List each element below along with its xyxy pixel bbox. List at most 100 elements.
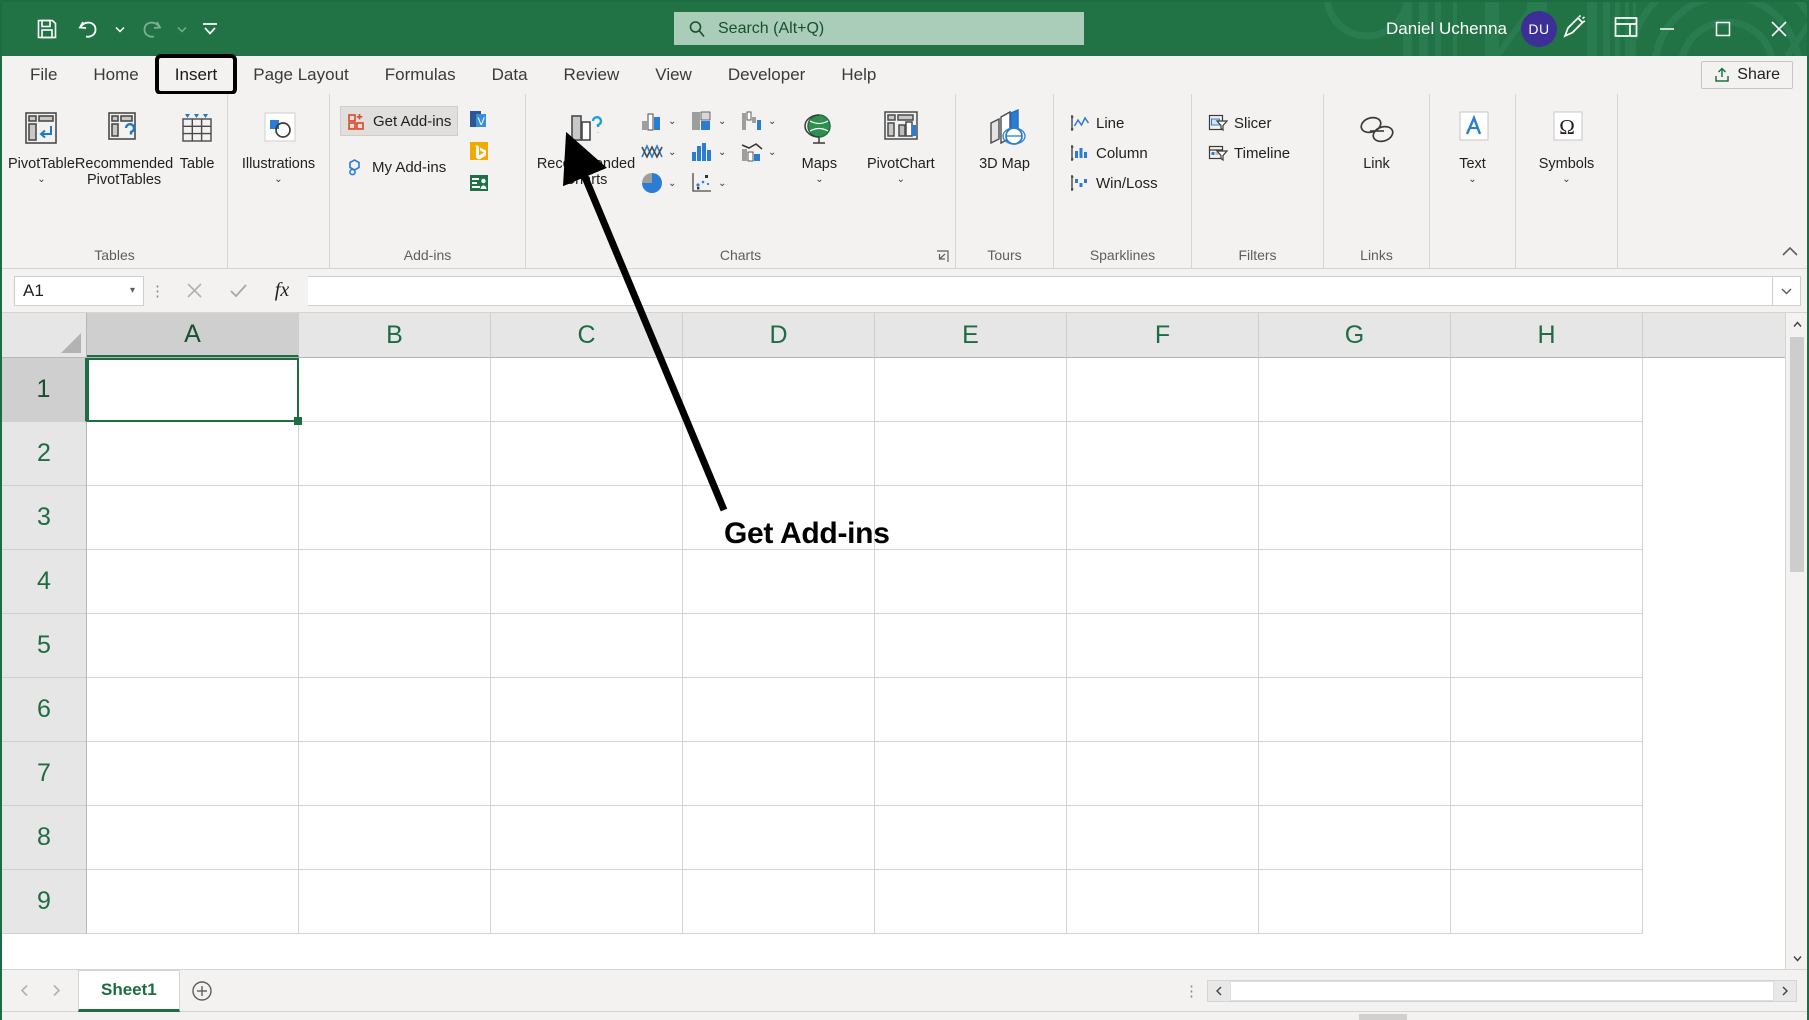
- grid-cell-F5[interactable]: [1067, 614, 1259, 678]
- grid-cell-C6[interactable]: [491, 678, 683, 742]
- tab-insert[interactable]: Insert: [157, 56, 236, 93]
- grid-cell-B9[interactable]: [299, 870, 491, 934]
- grid-cell-A2[interactable]: [87, 422, 299, 486]
- ribbon-display-options-button[interactable]: [1613, 15, 1639, 44]
- sheet-options-button[interactable]: ⋮: [1184, 982, 1199, 1000]
- chevron-down-icon[interactable]: ▾: [130, 285, 135, 296]
- row-header-6[interactable]: 6: [2, 678, 87, 742]
- grid-cell-H2[interactable]: [1451, 422, 1643, 486]
- scatter-bubble-chart-button[interactable]: ⌄: [690, 168, 736, 198]
- tab-review[interactable]: Review: [546, 56, 638, 93]
- timeline-button[interactable]: Timeline: [1202, 138, 1296, 168]
- row-header-7[interactable]: 7: [2, 742, 87, 806]
- grid-cell-E2[interactable]: [875, 422, 1067, 486]
- waterfall-chart-button[interactable]: ⌄: [740, 106, 786, 136]
- grid-cell-D5[interactable]: [683, 614, 875, 678]
- grid-cell-C5[interactable]: [491, 614, 683, 678]
- grid-cell-E5[interactable]: [875, 614, 1067, 678]
- grid-cell-D4[interactable]: [683, 550, 875, 614]
- people-graph-button[interactable]: [468, 172, 490, 199]
- grid-cell-D6[interactable]: [683, 678, 875, 742]
- illustrations-button[interactable]: Illustrations ⌄: [234, 100, 323, 187]
- row-header-4[interactable]: 4: [2, 550, 87, 614]
- statistic-chart-button[interactable]: ⌄: [690, 137, 736, 167]
- grid-cell-F4[interactable]: [1067, 550, 1259, 614]
- bing-maps-button[interactable]: [468, 140, 490, 167]
- ink-pen-button[interactable]: [1561, 14, 1587, 45]
- grid-cell-H3[interactable]: [1451, 486, 1643, 550]
- customize-quick-access-toolbar-button[interactable]: [192, 9, 228, 49]
- grid-cell-D8[interactable]: [683, 806, 875, 870]
- grid-cell-F2[interactable]: [1067, 422, 1259, 486]
- charts-dialog-launcher[interactable]: [936, 250, 949, 266]
- formula-input[interactable]: [308, 276, 1773, 306]
- column-bar-chart-button[interactable]: ⌄: [640, 106, 686, 136]
- name-box[interactable]: A1 ▾: [14, 276, 144, 306]
- minimize-button[interactable]: [1639, 2, 1695, 56]
- column-header-b[interactable]: B: [299, 313, 491, 357]
- symbols-button[interactable]: Ω Symbols ⌄: [1522, 100, 1611, 187]
- search-box[interactable]: Search (Alt+Q): [674, 12, 1084, 45]
- grid-cell-G4[interactable]: [1259, 550, 1451, 614]
- scroll-right-button[interactable]: [1774, 981, 1796, 1001]
- 3d-map-button[interactable]: 3D Map ⌄: [962, 100, 1047, 172]
- grid-cell-C7[interactable]: [491, 742, 683, 806]
- column-header-c[interactable]: C: [491, 313, 683, 357]
- grid-cell-D7[interactable]: [683, 742, 875, 806]
- user-account-area[interactable]: Daniel Uchenna DU: [1386, 2, 1557, 56]
- column-header-a[interactable]: A: [87, 313, 299, 357]
- grid-cell-E1[interactable]: [875, 358, 1067, 422]
- horizontal-scrollbar[interactable]: [1207, 980, 1797, 1002]
- share-button[interactable]: Share: [1701, 61, 1793, 89]
- sheet-tab-sheet1[interactable]: Sheet1: [78, 970, 180, 1012]
- grid-cell-A5[interactable]: [87, 614, 299, 678]
- recommended-charts-button[interactable]: Recommended Charts: [532, 100, 640, 188]
- grid-cell-H9[interactable]: [1451, 870, 1643, 934]
- column-header-h[interactable]: H: [1451, 313, 1643, 357]
- row-header-3[interactable]: 3: [2, 486, 87, 550]
- grid-cell-A9[interactable]: [87, 870, 299, 934]
- close-button[interactable]: [1751, 2, 1807, 56]
- grid-cell-H7[interactable]: [1451, 742, 1643, 806]
- grid-cell-H1[interactable]: [1451, 358, 1643, 422]
- save-button[interactable]: [26, 9, 68, 49]
- cancel-button[interactable]: [172, 276, 216, 306]
- row-header-1[interactable]: 1: [2, 358, 87, 422]
- chevron-down-icon[interactable]: ⌄: [768, 147, 776, 158]
- grid-cell-F6[interactable]: [1067, 678, 1259, 742]
- chevron-down-icon[interactable]: ⌄: [1562, 172, 1570, 187]
- avatar[interactable]: DU: [1521, 11, 1557, 47]
- text-button[interactable]: Text ⌄: [1436, 100, 1509, 187]
- chevron-down-icon[interactable]: ⌄: [668, 178, 676, 189]
- vertical-scroll-thumb[interactable]: [1790, 337, 1804, 572]
- grid-cell-C8[interactable]: [491, 806, 683, 870]
- previous-sheet-button[interactable]: [8, 975, 40, 1007]
- chevron-down-icon[interactable]: ⌄: [668, 116, 676, 127]
- sparkline-winloss-button[interactable]: Win/Loss: [1064, 168, 1164, 198]
- grid-cell-B5[interactable]: [299, 614, 491, 678]
- recommended-pivottables-button[interactable]: Recommended PivotTables: [75, 100, 173, 188]
- maximize-button[interactable]: [1695, 2, 1751, 56]
- grid-cell-G1[interactable]: [1259, 358, 1451, 422]
- chevron-down-icon[interactable]: ⌄: [37, 172, 45, 187]
- row-header-8[interactable]: 8: [2, 806, 87, 870]
- grid-cell-A3[interactable]: [87, 486, 299, 550]
- grid-cell-H4[interactable]: [1451, 550, 1643, 614]
- grid-cell-D1[interactable]: [683, 358, 875, 422]
- grid-cell-C1[interactable]: [491, 358, 683, 422]
- grid-cell-F1[interactable]: [1067, 358, 1259, 422]
- grid-cell-H5[interactable]: [1451, 614, 1643, 678]
- vertical-scrollbar[interactable]: [1785, 313, 1807, 969]
- chevron-down-icon[interactable]: ⌄: [718, 116, 726, 127]
- grid-cell-G6[interactable]: [1259, 678, 1451, 742]
- link-button[interactable]: Link: [1330, 100, 1423, 172]
- grid-cell-H6[interactable]: [1451, 678, 1643, 742]
- next-sheet-button[interactable]: [40, 975, 72, 1007]
- my-add-ins-button[interactable]: My Add-ins: [340, 152, 458, 182]
- grid-cell-D9[interactable]: [683, 870, 875, 934]
- table-button[interactable]: Table: [173, 100, 221, 172]
- grid-cell-G9[interactable]: [1259, 870, 1451, 934]
- chevron-down-icon[interactable]: ⌄: [718, 147, 726, 158]
- grid-cell-C3[interactable]: [491, 486, 683, 550]
- grid-cell-B6[interactable]: [299, 678, 491, 742]
